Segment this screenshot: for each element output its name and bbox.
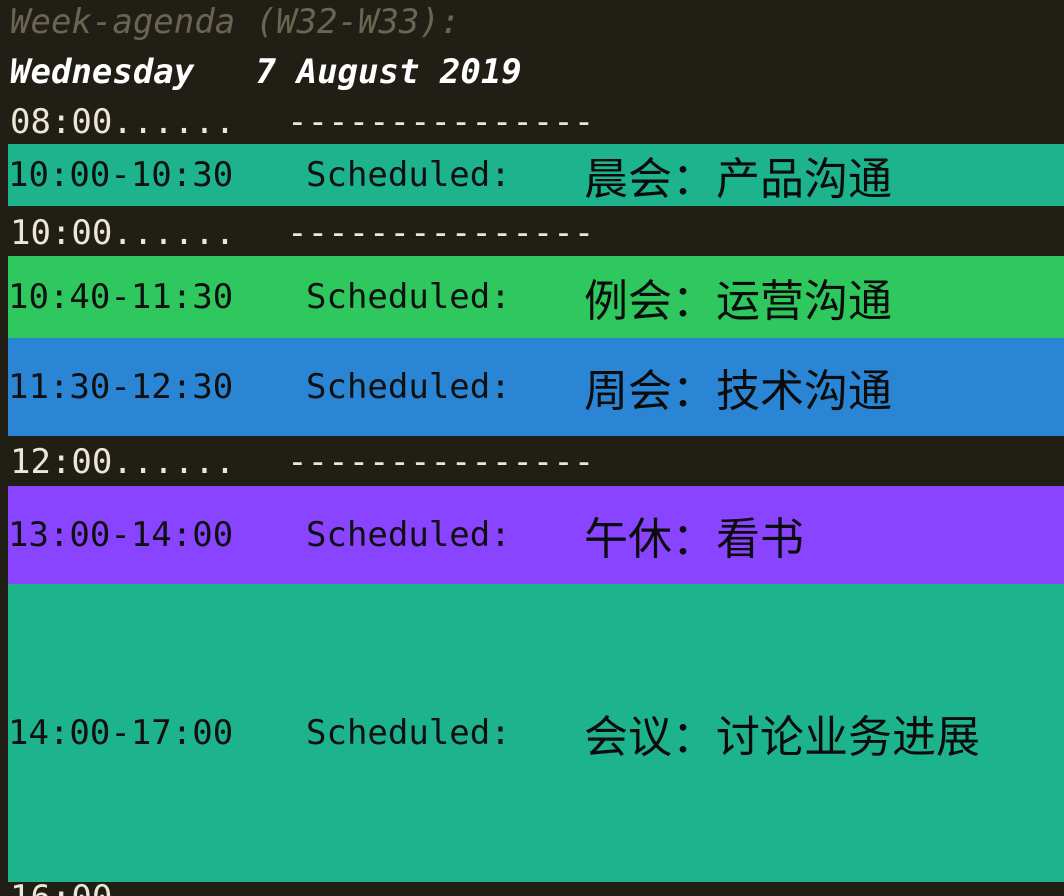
time-grid-line: 10:00...... ---------------: [10, 213, 594, 253]
event-time: 10:40-11:30: [8, 277, 234, 317]
partial-grid-line: 16:00: [10, 882, 210, 896]
grid-time: 10:00......: [10, 213, 236, 253]
event-keyword: Scheduled:: [306, 277, 511, 317]
agenda-event[interactable]: 10:40-11:30 Scheduled: 例会：运营沟通: [8, 256, 1064, 338]
agenda-title: Week-agenda (W32-W33):: [10, 2, 461, 42]
partial-time: 16:00: [10, 882, 210, 896]
grid-dashes: ---------------: [287, 442, 595, 482]
event-title: 午休：看书: [584, 514, 804, 565]
time-grid-line: 12:00...... ---------------: [10, 442, 594, 482]
time-grid-line: 08:00...... ---------------: [10, 102, 594, 142]
event-title: 例会：运营沟通: [584, 276, 892, 327]
day-name: Wednesday: [10, 52, 195, 92]
event-keyword: Scheduled:: [306, 515, 511, 555]
agenda-event[interactable]: 10:00-10:30 Scheduled: 晨会：产品沟通: [8, 144, 1064, 206]
event-time: 10:00-10:30: [8, 155, 234, 195]
grid-time: 12:00......: [10, 442, 236, 482]
event-title: 会议：讨论业务进展: [584, 712, 980, 763]
event-keyword: Scheduled:: [306, 155, 511, 195]
agenda-event[interactable]: 14:00-17:00 Scheduled: 会议：讨论业务进展: [8, 584, 1064, 882]
agenda-day-header: Wednesday 7 August 2019: [10, 52, 522, 92]
event-keyword: Scheduled:: [306, 367, 511, 407]
event-keyword: Scheduled:: [306, 713, 511, 753]
agenda-screen: Week-agenda (W32-W33): Wednesday 7 Augus…: [0, 0, 1064, 896]
event-title: 周会：技术沟通: [584, 366, 892, 417]
day-date: 7 August 2019: [255, 52, 522, 92]
event-title: 晨会：产品沟通: [584, 154, 892, 205]
event-time: 11:30-12:30: [8, 367, 234, 407]
grid-time: 08:00......: [10, 102, 236, 142]
grid-dashes: ---------------: [287, 102, 595, 142]
event-time: 13:00-14:00: [8, 515, 234, 555]
agenda-event[interactable]: 11:30-12:30 Scheduled: 周会：技术沟通: [8, 338, 1064, 436]
agenda-event[interactable]: 13:00-14:00 Scheduled: 午休：看书: [8, 486, 1064, 584]
event-time: 14:00-17:00: [8, 713, 234, 753]
grid-dashes: ---------------: [287, 213, 595, 253]
